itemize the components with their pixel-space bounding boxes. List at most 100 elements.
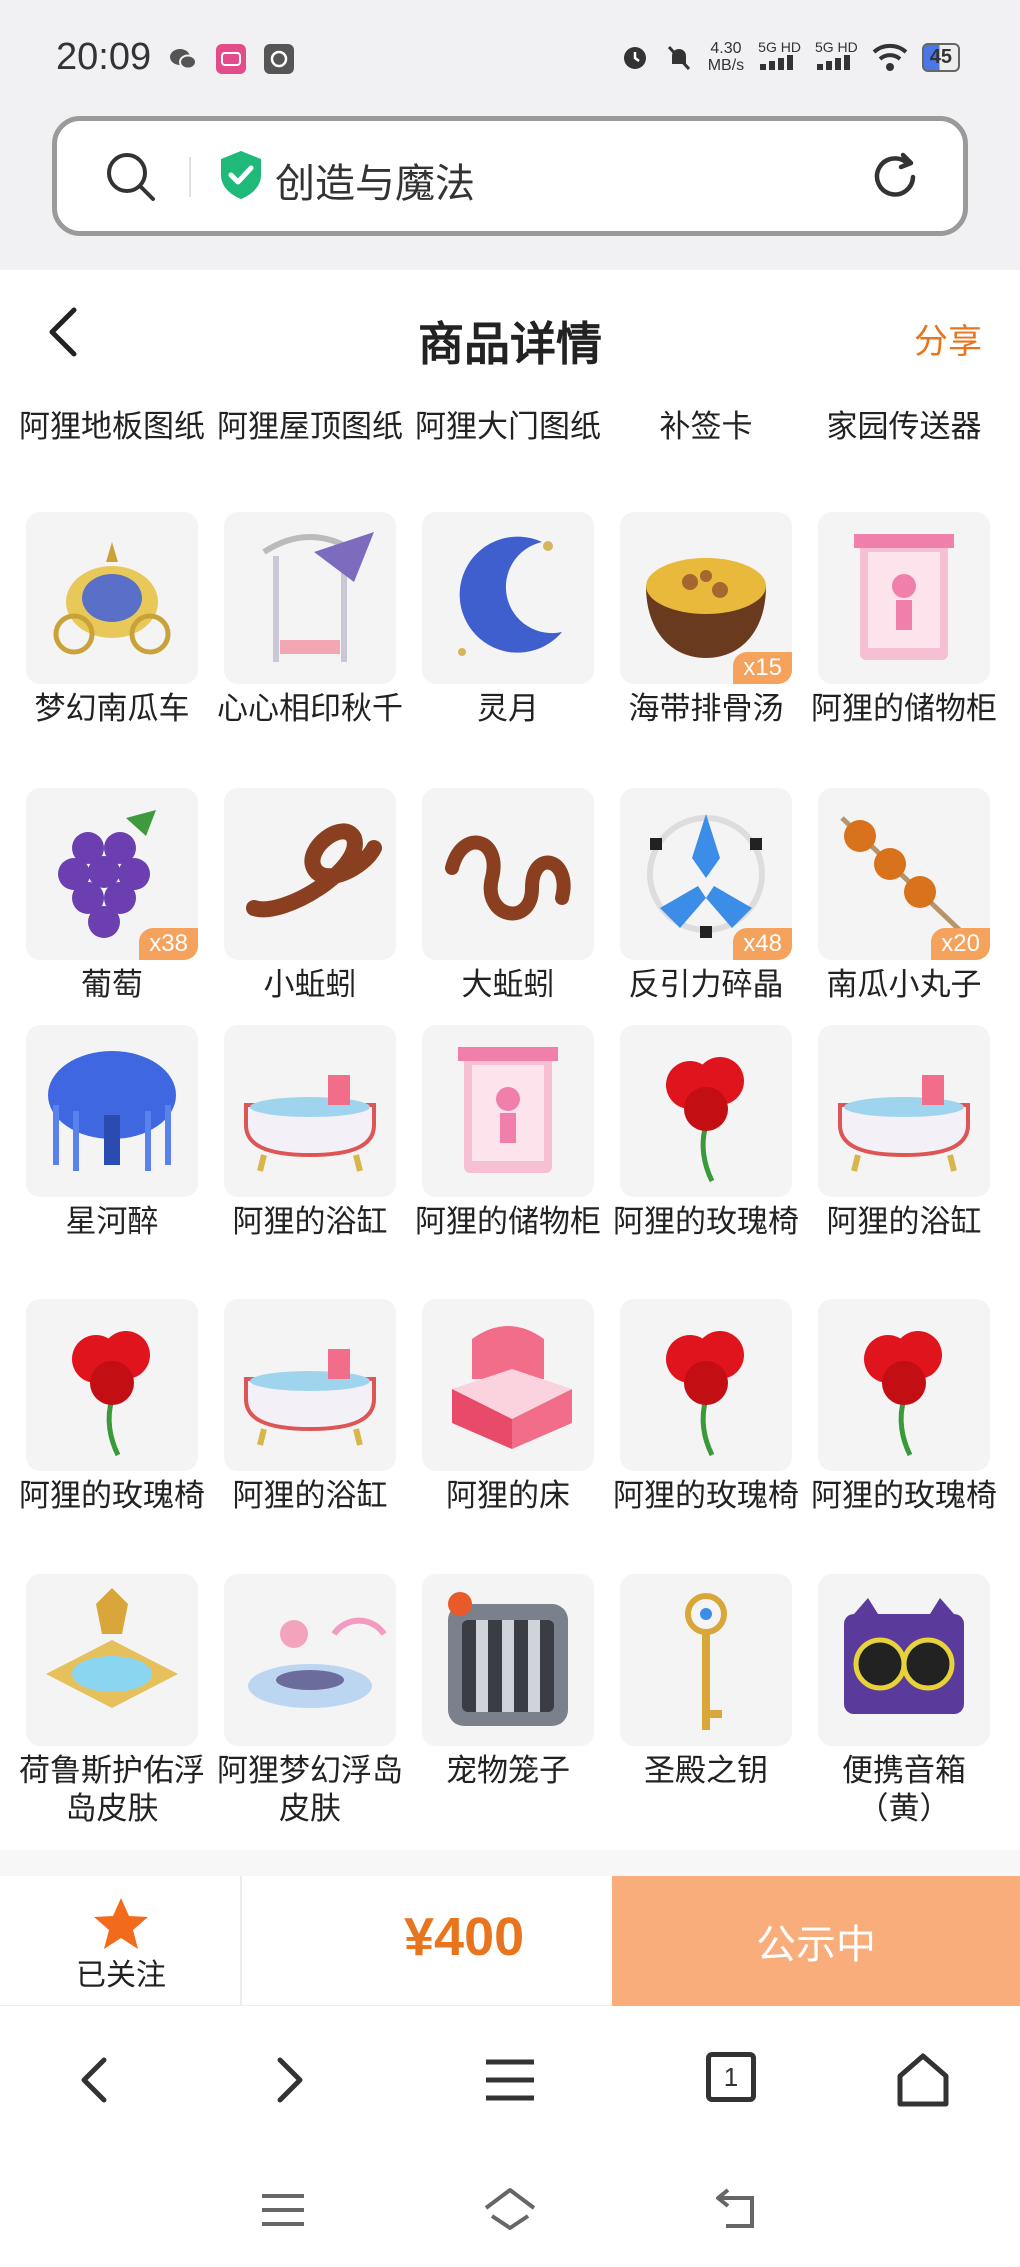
item-name: 阿狸梦幻浮岛皮肤 bbox=[217, 1753, 403, 1827]
system-navigation-bar bbox=[0, 2156, 1020, 2267]
rose-icon bbox=[26, 1299, 198, 1471]
system-back-icon[interactable] bbox=[712, 2186, 760, 2230]
net-speed-unit: MB/s bbox=[707, 57, 745, 74]
item-name: 阿狸的床 bbox=[446, 1478, 570, 1514]
net-speed: 4.30 MB/s bbox=[708, 40, 744, 74]
browser-back-icon[interactable] bbox=[74, 2052, 114, 2108]
system-home-icon[interactable] bbox=[482, 2186, 538, 2232]
item-name: 小蚯蚓 bbox=[263, 967, 357, 1003]
item-name: 阿狸的玫瑰椅 bbox=[19, 1478, 205, 1514]
star-icon bbox=[94, 1898, 148, 1949]
signal-2-label: 5G HD bbox=[814, 39, 858, 55]
search-icon[interactable] bbox=[103, 149, 159, 205]
item-name: 灵月 bbox=[477, 691, 539, 727]
address-text[interactable]: 创造与魔法 bbox=[275, 151, 475, 209]
skewer-icon: x20 bbox=[818, 788, 990, 960]
item-name: 阿狸的储物柜 bbox=[415, 1204, 601, 1240]
page-header: 商品详情 分享 bbox=[0, 270, 1020, 380]
signal-2: 5G HD bbox=[815, 40, 858, 74]
home-icon[interactable] bbox=[896, 2052, 950, 2108]
speaker-icon bbox=[818, 1574, 990, 1746]
menu-icon[interactable] bbox=[484, 2052, 536, 2108]
item-name: 圣殿之钥 bbox=[644, 1753, 768, 1789]
pink-cabinet-icon bbox=[818, 512, 990, 684]
bathtub-icon bbox=[224, 1299, 396, 1471]
camera-app-icon bbox=[264, 44, 294, 74]
system-indicators: 4.30 MB/s 5G HD 5G HD 45 bbox=[620, 40, 960, 74]
item-name: 阿狸的浴缸 bbox=[232, 1204, 388, 1240]
item-name: 阿狸大门图纸 bbox=[415, 409, 601, 445]
soup-bowl-icon: x15 bbox=[620, 512, 792, 684]
item-name: 星河醉 bbox=[65, 1204, 159, 1240]
pet-cage-icon bbox=[422, 1574, 594, 1746]
wifi-icon bbox=[872, 43, 908, 71]
item-name: 葡萄 bbox=[81, 967, 143, 1003]
crescent-moon-icon bbox=[422, 512, 594, 684]
item-name: 补签卡 bbox=[659, 409, 753, 445]
item-name: 南瓜小丸子 bbox=[826, 967, 982, 1003]
pink-cabinet-icon bbox=[422, 1025, 594, 1197]
floating-island-gold-icon bbox=[26, 1574, 198, 1746]
item-name: 阿狸的玫瑰椅 bbox=[613, 1478, 799, 1514]
browser-forward-icon[interactable] bbox=[270, 2052, 310, 2108]
rose-icon bbox=[818, 1299, 990, 1471]
golden-key-icon bbox=[620, 1574, 792, 1746]
item-name: 阿狸的储物柜 bbox=[811, 691, 997, 727]
quantity-badge: x20 bbox=[931, 928, 990, 960]
follow-label: 已关注 bbox=[76, 1958, 166, 1993]
mute-bell-icon bbox=[667, 45, 690, 71]
address-bar[interactable]: 创造与魔法 bbox=[52, 116, 968, 236]
share-button[interactable]: 分享 bbox=[914, 314, 982, 363]
price: ¥400 bbox=[404, 1907, 525, 1967]
bathtub-icon bbox=[224, 1025, 396, 1197]
item-name: 宠物笼子 bbox=[446, 1753, 570, 1789]
quantity-badge: x48 bbox=[733, 928, 792, 960]
item-name: 家园传送器 bbox=[826, 409, 982, 445]
purchase-bar: 已关注 ¥400 公示中 bbox=[0, 1876, 1020, 2006]
item-name: 阿狸的玫瑰椅 bbox=[613, 1204, 799, 1240]
rose-icon bbox=[620, 1025, 792, 1197]
notification-icons bbox=[168, 44, 294, 74]
item-name: 阿狸的浴缸 bbox=[826, 1204, 982, 1240]
item-name: 阿狸的玫瑰椅 bbox=[811, 1478, 997, 1514]
item-name: 大蚯蚓 bbox=[461, 967, 555, 1003]
blue-tree-icon bbox=[26, 1025, 198, 1197]
recent-apps-icon[interactable] bbox=[260, 2190, 306, 2230]
refresh-icon[interactable] bbox=[867, 149, 923, 205]
net-speed-value: 4.30 bbox=[710, 40, 742, 57]
item-grid: 阿狸地板图纸 阿狸屋顶图纸 阿狸大门图纸 补签卡 家园传送器 梦幻南瓜车 心心相… bbox=[0, 380, 1020, 1850]
pink-bed-icon bbox=[422, 1299, 594, 1471]
status-bar: 20:09 4.30 MB/s 5G HD 5G HD 45 bbox=[0, 0, 1020, 110]
heart-swing-icon bbox=[224, 512, 396, 684]
rose-icon bbox=[620, 1299, 792, 1471]
quantity-badge: x38 bbox=[139, 928, 198, 960]
follow-button[interactable]: 已关注 bbox=[0, 1876, 242, 2006]
item-name: 荷鲁斯护佑浮岛皮肤 bbox=[19, 1753, 205, 1827]
shield-check-icon bbox=[221, 151, 261, 199]
signal-bars-icon bbox=[816, 55, 850, 70]
status-time: 20:09 bbox=[56, 36, 152, 78]
big-worm-icon bbox=[422, 788, 594, 960]
pumpkin-carriage-icon bbox=[26, 512, 198, 684]
signal-1-label: 5G HD bbox=[758, 39, 801, 55]
wechat-icon bbox=[168, 44, 198, 74]
item-name: 阿狸屋顶图纸 bbox=[217, 409, 403, 445]
section-separator bbox=[0, 1850, 1020, 1876]
battery-indicator: 45 bbox=[921, 42, 960, 72]
item-name: 便携音箱（黄） bbox=[842, 1753, 966, 1827]
tabs-count-button[interactable]: 1 bbox=[706, 2052, 756, 2102]
item-name: 心心相印秋千 bbox=[217, 691, 403, 727]
search-divider bbox=[189, 157, 191, 197]
item-name: 阿狸的浴缸 bbox=[232, 1478, 388, 1514]
item-name: 阿狸地板图纸 bbox=[19, 409, 205, 445]
item-name: 梦幻南瓜车 bbox=[34, 691, 190, 727]
publicity-status-button[interactable]: 公示中 bbox=[612, 1876, 1020, 2006]
small-worm-icon bbox=[224, 788, 396, 960]
crystal-icon: x48 bbox=[620, 788, 792, 960]
page-title: 商品详情 bbox=[418, 317, 602, 371]
bathtub-icon bbox=[818, 1025, 990, 1197]
address-bar-area: 创造与魔法 bbox=[0, 110, 1020, 270]
floating-island-cloud-icon bbox=[224, 1574, 396, 1746]
signal-bars-icon bbox=[760, 55, 794, 70]
app-notification-icon bbox=[216, 44, 246, 74]
